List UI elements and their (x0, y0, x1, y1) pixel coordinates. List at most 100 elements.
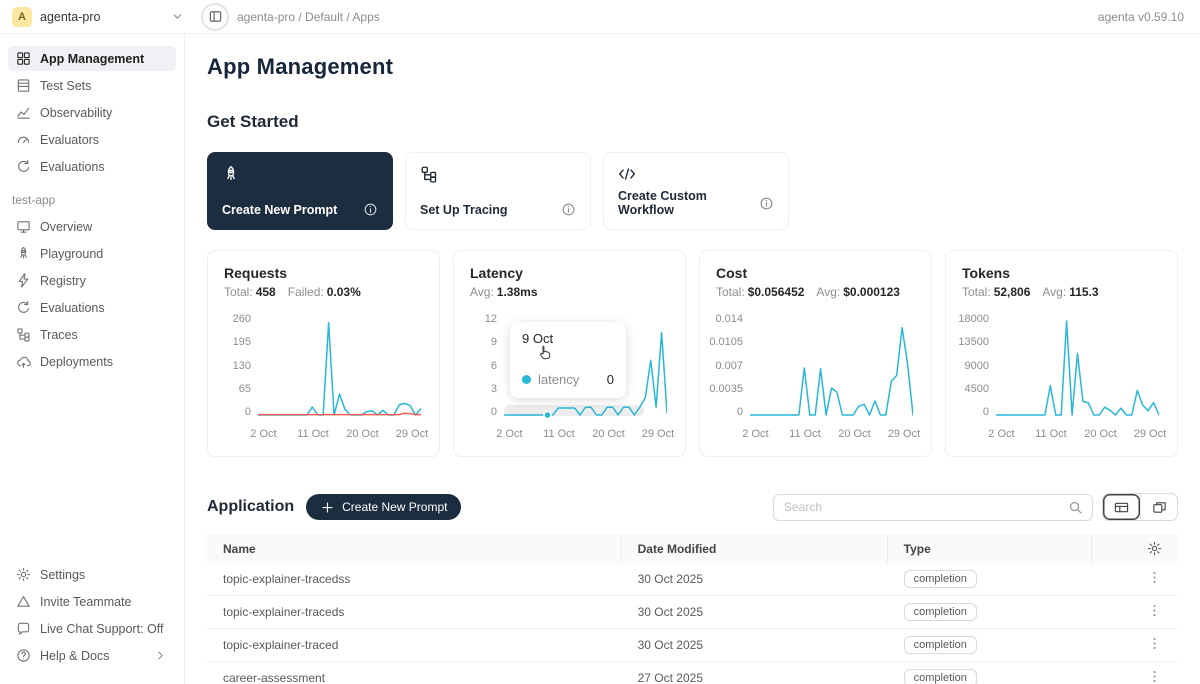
search-box (773, 494, 1093, 521)
table-row[interactable]: topic-explainer-traced30 Oct 2025complet… (207, 629, 1178, 662)
sidebar-item-registry[interactable]: Registry (8, 268, 176, 293)
sidebar-item-evaluations-app[interactable]: Evaluations (8, 295, 176, 320)
topbar: A agenta-pro agenta-pro / Default / Apps… (0, 0, 1200, 34)
latency-chart[interactable]: 9 Octlatency0 (504, 314, 669, 423)
applications-table: NameDate ModifiedTypetopic-explainer-tra… (207, 534, 1178, 684)
column-header-type: Type (888, 534, 1092, 563)
sidebar-item-label: Deployments (40, 355, 113, 369)
create-new-prompt-card[interactable]: Create New Prompt (207, 152, 393, 230)
testsets-icon (16, 78, 31, 93)
sidebar-item-label: Traces (40, 328, 78, 342)
triangle-icon (16, 594, 31, 609)
monitor-icon (16, 219, 31, 234)
refresh-icon (16, 300, 31, 315)
metric-title: Tokens (962, 265, 1161, 281)
help-icon (16, 648, 31, 663)
table-row[interactable]: topic-explainer-tracedss30 Oct 2025compl… (207, 563, 1178, 596)
get-started-cards: Create New Prompt Set Up Tracing Create Cu… (207, 152, 1178, 230)
tree-icon (16, 327, 31, 342)
metric-stats: Total:52,806Avg:115.3 (962, 285, 1161, 299)
workspace-avatar: A (12, 7, 32, 27)
workspace-switcher[interactable]: A agenta-pro (12, 7, 185, 27)
sidebar-item-observability[interactable]: Observability (8, 100, 176, 125)
sidebar-item-traces[interactable]: Traces (8, 322, 176, 347)
sidebar-main-nav: App Management Test Sets Observability Eval… (8, 46, 176, 181)
row-menu-icon[interactable] (1147, 603, 1162, 618)
create-new-prompt-button-label: Create New Prompt (342, 500, 447, 514)
bolt-icon (16, 273, 31, 288)
sidebar-item-playground[interactable]: Playground (8, 241, 176, 266)
y-axis: 260195130650 (224, 314, 258, 418)
sidebar-item-settings[interactable]: Settings (8, 562, 176, 587)
card-label-row: Create Custom Workflow (618, 189, 774, 217)
y-axis: 1800013500900045000 (962, 314, 996, 418)
version-label: agenta v0.59.10 (1098, 10, 1184, 24)
app-date-modified: 27 Oct 2025 (622, 671, 888, 684)
sidebar-item-live-chat-support[interactable]: Live Chat Support: Off (8, 616, 176, 641)
column-header-name: Name (207, 534, 622, 563)
sidebar-item-label: Invite Teammate (40, 595, 131, 609)
sidebar-item-label: Help & Docs (40, 649, 109, 663)
chevron-down-icon (170, 9, 185, 24)
row-menu-icon[interactable] (1147, 669, 1162, 684)
sidebar-item-invite-teammate[interactable]: Invite Teammate (8, 589, 176, 614)
sidebar-item-label: Settings (40, 568, 85, 582)
sidebar-toggle-button[interactable] (201, 3, 229, 31)
info-icon[interactable] (561, 202, 576, 217)
set-up-tracing-card[interactable]: Set Up Tracing (405, 152, 591, 230)
metric-stat: Total:$0.056452 (716, 285, 804, 299)
info-icon[interactable] (363, 202, 378, 217)
app-date-modified: 30 Oct 2025 (622, 638, 888, 652)
sidebar: App Management Test Sets Observability Eval… (0, 34, 185, 684)
sidebar-item-label: Registry (40, 274, 86, 288)
tokens-chart[interactable] (996, 314, 1161, 423)
breadcrumb[interactable]: agenta-pro / Default / Apps (237, 10, 380, 24)
rocket-icon (16, 246, 31, 261)
create-new-prompt-button[interactable]: Create New Prompt (306, 494, 461, 520)
cost-chart[interactable] (750, 314, 915, 423)
info-icon[interactable] (759, 196, 774, 211)
sidebar-app-nav: OverviewPlayground Registry Evaluations Tra… (8, 214, 176, 376)
y-axis: 129630 (470, 314, 504, 418)
metric-cards: RequestsTotal:458Failed:0.03%26019513065… (207, 250, 1178, 457)
app-name: topic-explainer-tracedss (207, 572, 622, 586)
app-type-cell: completion (888, 603, 1092, 621)
column-settings (1092, 534, 1178, 563)
sidebar-item-overview[interactable]: Overview (8, 214, 176, 239)
metric-stat: Total:458 (224, 285, 276, 299)
search-input[interactable] (784, 500, 1068, 514)
sidebar-item-evaluators[interactable]: Evaluators (8, 127, 176, 152)
column-settings-gear-icon[interactable] (1147, 541, 1162, 556)
row-menu-icon[interactable] (1147, 570, 1162, 585)
metric-stat: Total:52,806 (962, 285, 1030, 299)
row-menu-icon[interactable] (1147, 636, 1162, 651)
card-view-button[interactable] (1140, 494, 1177, 520)
sidebar-item-help-docs[interactable]: Help & Docs (8, 643, 176, 668)
sidebar-item-evaluations[interactable]: Evaluations (8, 154, 176, 179)
get-started-heading: Get Started (207, 112, 1178, 132)
sidebar-item-label: Live Chat Support: Off (40, 622, 163, 636)
search-icon[interactable] (1068, 500, 1083, 515)
table-row[interactable]: topic-explainer-traceds30 Oct 2025comple… (207, 596, 1178, 629)
app-root: A agenta-pro agenta-pro / Default / Apps… (0, 0, 1200, 684)
type-badge: completion (904, 669, 977, 684)
cursor-hand-icon (536, 344, 553, 361)
sidebar-item-deployments[interactable]: Deployments (8, 349, 176, 374)
create-custom-workflow-card[interactable]: Create Custom Workflow (603, 152, 789, 230)
app-date-modified: 30 Oct 2025 (622, 605, 888, 619)
sidebar-footer-nav: Settings Invite Teammate Live Chat Support… (8, 562, 176, 670)
app-name: topic-explainer-traceds (207, 605, 622, 619)
sidebar-item-app-management[interactable]: App Management (8, 46, 176, 71)
sidebar-item-label: Test Sets (40, 79, 91, 93)
table-header: NameDate ModifiedType (207, 534, 1178, 563)
table-row[interactable]: career-assessment27 Oct 2025completion (207, 662, 1178, 684)
table-view-button[interactable] (1103, 494, 1140, 520)
tooltip-value: 0 (607, 372, 614, 387)
card-view-icon (1152, 500, 1167, 515)
sidebar-item-test-sets[interactable]: Test Sets (8, 73, 176, 98)
sidebar-item-label: Evaluators (40, 133, 99, 147)
metric-title: Requests (224, 265, 423, 281)
app-date-modified: 30 Oct 2025 (622, 572, 888, 586)
card-label-row: Set Up Tracing (420, 202, 576, 217)
requests-chart[interactable] (258, 314, 423, 423)
